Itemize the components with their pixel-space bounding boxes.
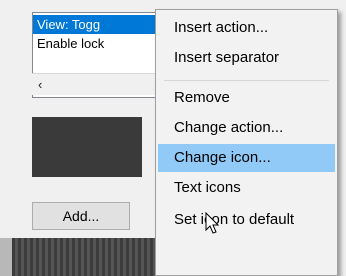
scroll-left-arrow-icon[interactable]: ‹ bbox=[38, 77, 42, 92]
menu-item-insert-action[interactable]: Insert action... bbox=[158, 14, 335, 42]
menu-item-change-action[interactable]: Change action... bbox=[158, 114, 335, 142]
menu-separator bbox=[164, 80, 329, 81]
menu-item-set-icon-default[interactable]: Set icon to default bbox=[158, 206, 335, 234]
mouse-pointer-icon bbox=[205, 212, 220, 234]
menu-item-text-icons[interactable]: Text icons bbox=[158, 174, 335, 202]
toolbar-strip bbox=[12, 238, 172, 276]
menu-item-remove[interactable]: Remove bbox=[158, 84, 335, 112]
icon-preview-area bbox=[32, 117, 142, 177]
menu-item-change-icon[interactable]: Change icon... bbox=[158, 144, 335, 172]
add-button[interactable]: Add... bbox=[32, 202, 130, 230]
context-menu: Insert action... Insert separator Remove… bbox=[155, 9, 338, 276]
menu-item-insert-separator[interactable]: Insert separator bbox=[158, 44, 335, 72]
